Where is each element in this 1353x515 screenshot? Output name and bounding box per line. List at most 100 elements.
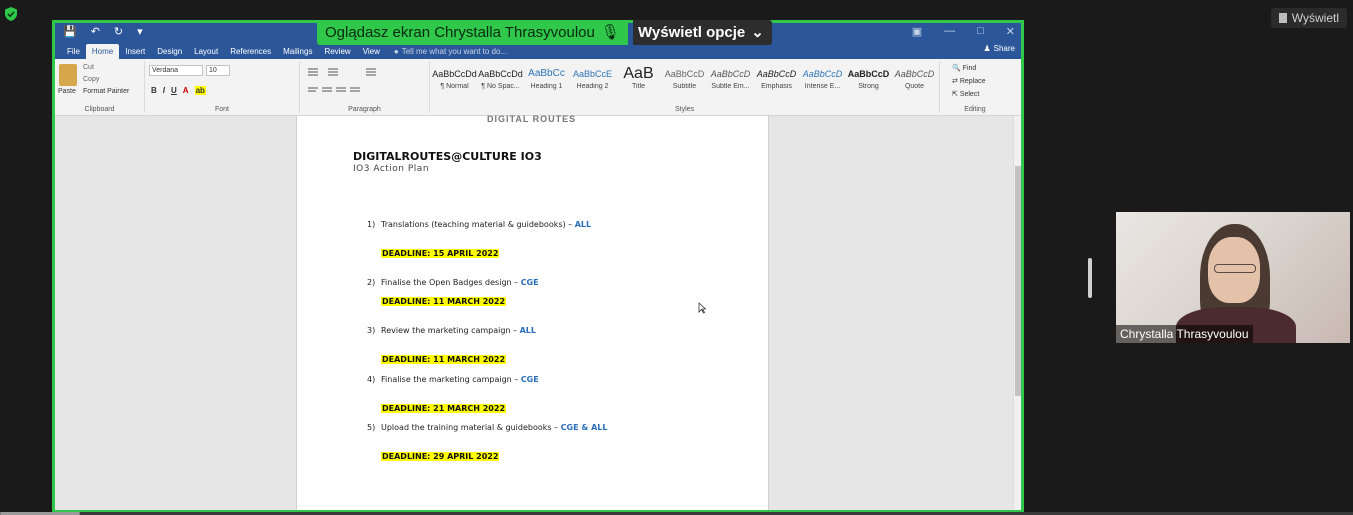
item-text: Review the marketing campaign –: [381, 326, 520, 335]
list-item: 1) Translations (teaching material & guid…: [367, 220, 591, 229]
item-number: 5): [367, 423, 376, 432]
style-name: Subtitle: [672, 83, 697, 90]
style-normal[interactable]: AaBbCcDd ¶ Normal: [432, 65, 477, 90]
style-title[interactable]: AaB Title: [616, 65, 661, 90]
paragraph-label: Paragraph: [348, 106, 381, 113]
font-format-row: B I U A ab: [151, 86, 206, 95]
tab-references[interactable]: References: [224, 44, 277, 59]
panel-resize-handle[interactable]: [1088, 258, 1092, 298]
clipboard-group: Paste Cut Copy Format Painter Clipboard: [55, 61, 145, 113]
close-icon[interactable]: ✕: [1006, 25, 1015, 38]
highlight-icon[interactable]: ab: [194, 86, 206, 95]
item-number: 3): [367, 326, 376, 335]
redo-icon[interactable]: ↻: [114, 25, 123, 38]
tab-insert[interactable]: Insert: [119, 44, 151, 59]
view-options-top-label: Wyświetl: [1291, 11, 1339, 25]
style-sample: AaBbCcD: [802, 69, 843, 79]
replace-label: Replace: [959, 78, 986, 85]
item-text: Finalise the marketing campaign –: [381, 375, 521, 384]
item-text: Finalise the Open Badges design –: [381, 278, 521, 287]
tab-file[interactable]: File: [61, 44, 86, 59]
tab-view[interactable]: View: [357, 44, 386, 59]
security-shield-icon[interactable]: [3, 6, 19, 22]
font-color-icon[interactable]: A: [183, 86, 189, 95]
mouse-cursor-icon: [698, 302, 706, 314]
font-size-select[interactable]: 10: [206, 65, 230, 76]
paragraph-controls-icon[interactable]: [306, 66, 416, 96]
participant-name: Chrystalla Thrasyvoulou: [1116, 325, 1253, 343]
view-options-button[interactable]: Wyświetl opcje ⌄: [633, 20, 772, 45]
item-owner: ALL: [574, 220, 592, 229]
undo-icon[interactable]: ↶: [91, 25, 100, 38]
participant-glasses: [1214, 264, 1256, 273]
font-family-select[interactable]: Verdana: [149, 65, 203, 76]
list-item: 3) Review the marketing campaign – ALL: [367, 326, 536, 335]
item-number: 4): [367, 375, 376, 384]
style-heading-2[interactable]: AaBbCcE Heading 2: [570, 65, 615, 90]
shared-screen: 💾 ↶ ↻ ▾ ▣ — □ ✕ File Home Insert Design …: [52, 20, 1024, 513]
paste-label[interactable]: Paste: [58, 88, 76, 95]
document-area: DIGITAL ROUTES DIGITALROUTES@CULTURE IO3…: [55, 114, 1021, 510]
item-number: 1): [367, 220, 376, 229]
ribbon-home: Paste Cut Copy Format Painter Clipboard …: [55, 59, 1021, 116]
tab-design[interactable]: Design: [151, 44, 188, 59]
deadline-label: DEADLINE: 15 APRIL 2022: [381, 249, 500, 258]
list-item: 2) Finalise the Open Badges design – CGE: [367, 278, 539, 287]
style-name: Subtle Em...: [711, 83, 750, 90]
replace-button[interactable]: ⇄ Replace: [952, 77, 986, 85]
style-no-spacing[interactable]: AaBbCcDd ¶ No Spac...: [478, 65, 523, 90]
style-subtitle[interactable]: AaBbCcD Subtitle: [662, 65, 707, 90]
cut-button[interactable]: Cut: [83, 64, 94, 71]
view-options-top-button[interactable]: Wyświetl: [1270, 8, 1347, 28]
find-button[interactable]: 🔍 Find: [952, 64, 976, 72]
select-button[interactable]: ⇱ Select: [952, 90, 979, 98]
save-icon[interactable]: 💾: [63, 25, 77, 38]
view-layout-icon: [1278, 13, 1287, 23]
item-number: 2): [367, 278, 376, 287]
document-page[interactable]: DIGITAL ROUTES DIGITALROUTES@CULTURE IO3…: [296, 114, 769, 510]
tab-review[interactable]: Review: [318, 44, 356, 59]
bold-button[interactable]: B: [151, 86, 157, 95]
header-logo: DIGITAL ROUTES: [487, 114, 577, 124]
view-options-label: Wyświetl opcje: [638, 24, 746, 41]
style-emphasis[interactable]: AaBbCcD Emphasis: [754, 65, 799, 90]
format-painter-button[interactable]: Format Painter: [83, 88, 129, 95]
style-heading-1[interactable]: AaBbCc Heading 1: [524, 65, 569, 90]
style-sample: AaBbCcD: [664, 69, 705, 79]
zoom-meeting-window: Wyświetl 💾 ↶ ↻ ▾ ▣ — □ ✕ File Home Inser…: [0, 0, 1353, 515]
style-sample: AaBbCcD: [847, 69, 890, 79]
italic-button[interactable]: I: [163, 86, 165, 95]
style-strong[interactable]: AaBbCcD Strong: [846, 65, 891, 90]
minimize-icon[interactable]: —: [944, 25, 955, 38]
vertical-scrollbar[interactable]: [1013, 116, 1021, 510]
tell-me-box[interactable]: ● Tell me what you want to do...: [386, 44, 507, 59]
copy-button[interactable]: Copy: [83, 76, 99, 83]
underline-button[interactable]: U: [171, 86, 177, 95]
scrollbar-thumb[interactable]: [1015, 166, 1021, 396]
paste-icon[interactable]: [59, 64, 77, 86]
document-subtitle: IO3 Action Plan: [353, 164, 430, 174]
ribbon-options-icon[interactable]: ▣: [912, 25, 922, 38]
style-name: Quote: [904, 83, 925, 90]
mic-muted-icon: 🎙: [600, 24, 620, 41]
item-owner: CGE & ALL: [560, 423, 608, 432]
style-sample: AaBbCcD: [756, 69, 797, 79]
share-button[interactable]: ♟ Share: [983, 44, 1015, 53]
tab-home[interactable]: Home: [85, 44, 120, 59]
participant-video[interactable]: Chrystalla Thrasyvoulou: [1116, 212, 1350, 343]
style-name: ¶ No Spac...: [481, 83, 520, 90]
styles-group: AaBbCcDd ¶ Normal AaBbCcDd ¶ No Spac... …: [430, 61, 940, 113]
font-group: Verdana 10 B I U A ab Font: [145, 61, 300, 113]
tab-layout[interactable]: Layout: [188, 44, 224, 59]
style-intense-emphasis[interactable]: AaBbCcD Intense E...: [800, 65, 845, 90]
tab-mailings[interactable]: Mailings: [277, 44, 318, 59]
style-subtle-emphasis[interactable]: AaBbCcD Subtle Em...: [708, 65, 753, 90]
maximize-icon[interactable]: □: [977, 25, 984, 38]
quick-access-toolbar: 💾 ↶ ↻ ▾: [63, 25, 143, 38]
deadline-label: DEADLINE: 11 MARCH 2022: [381, 297, 507, 306]
customize-qat-icon[interactable]: ▾: [137, 25, 143, 38]
item-owner: CGE: [520, 375, 539, 384]
style-sample: AaBbCcD: [894, 69, 935, 79]
style-quote[interactable]: AaBbCcD Quote: [892, 65, 937, 90]
style-name: Intense E...: [804, 83, 841, 90]
